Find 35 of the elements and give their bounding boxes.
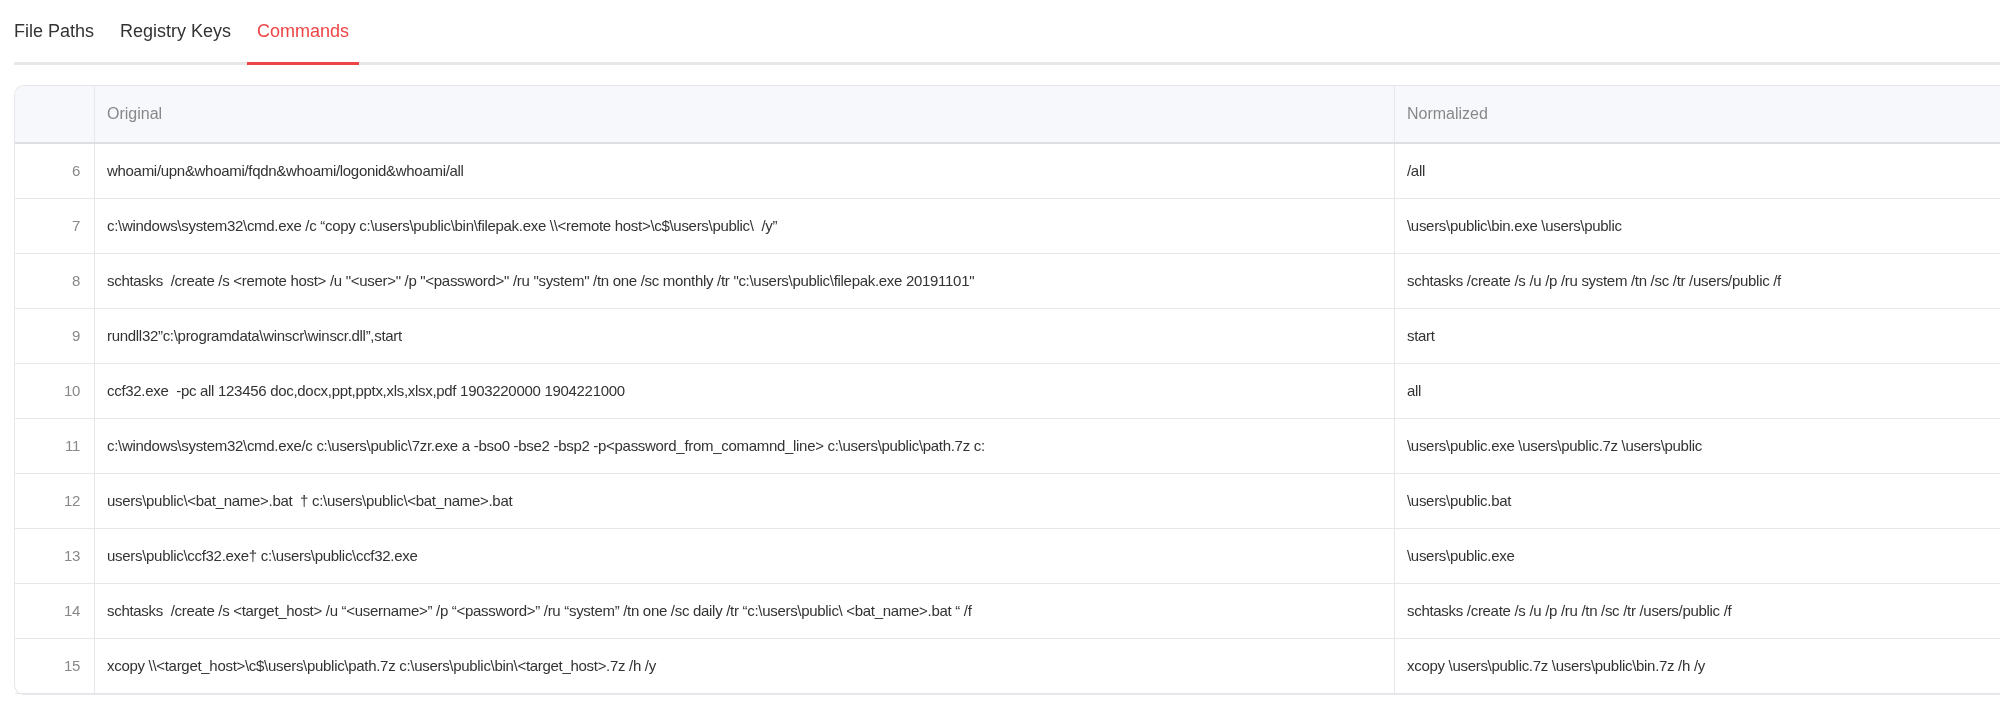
- table-cell-text: xcopy \\<target_host>\c$\users\public\path.7z c:\users\public\bin\<target_host>.7z /h /y: [107, 655, 656, 676]
- table-cell-text: \users\public.exe: [1407, 545, 1515, 566]
- table-cell-text: users\public\<bat_name>.bat † c:\users\public\<bat_name>.bat: [107, 490, 513, 511]
- row-number: 13: [63, 545, 80, 566]
- row-number: 10: [63, 380, 80, 401]
- table-cell-text: c:\windows\system32\cmd.exe /c “copy c:\users\public\bin\filepak.exe \\<remote host>\c$\users\public\ /y”: [107, 215, 778, 236]
- table-cell-text: users\public\ccf32.exe† c:\users\public\ccf32.exe: [107, 545, 418, 566]
- table-cell-text: rundll32”c:\programdata\winscr\winscr.dll”,start: [107, 325, 402, 346]
- tab[interactable]: File Paths: [14, 0, 105, 65]
- column-header: Normalized: [1395, 86, 2000, 142]
- tab[interactable]: Registry Keys: [110, 0, 242, 65]
- table-cell-text: \users\public.bat: [1407, 490, 1512, 511]
- table-cell-text: schtasks /create /s <target_host> /u “<username>” /p “<password>” /ru “system” /tn one /sc daily /tr “c:\users\public\ <bat_name>.bat “ /f: [107, 600, 972, 621]
- table-cell-text: schtasks /create /s /u /p /ru /tn /sc /tr /users/public /f: [1407, 600, 1732, 621]
- row-number: 11: [65, 435, 80, 456]
- row-number: 9: [71, 325, 80, 346]
- table-cell-text: schtasks /create /s <remote host> /u "<user>" /p "<password>" /ru "system" /tn one /sc monthly /tr "c:\users\public\filepak.exe 20191101": [107, 270, 975, 291]
- table-cell-text: whoami/upn&whoami/fqdn&whoami/logonid&whoami/all: [107, 160, 464, 181]
- table-cell-text: schtasks /create /s /u /p /ru system /tn /sc /tr /users/public /f: [1407, 270, 1781, 291]
- table-cell-text: \users\public\bin.exe \users\public: [1407, 215, 1622, 236]
- row-number: 8: [71, 270, 80, 291]
- row-number: 15: [63, 655, 80, 676]
- row-number: 6: [71, 160, 80, 181]
- table-cell-text: /all: [1407, 160, 1425, 181]
- tab[interactable]: Commands: [247, 0, 360, 65]
- table-cell-text: xcopy \users\public.7z \users\public\bin.7z /h /y: [1407, 655, 1705, 676]
- table-cell-text: c:\windows\system32\cmd.exe/c c:\users\public\7zr.exe a -bso0 -bse2 -bsp2 -p<password_from_comamnd_line> c:\users\public\path.7z c:: [107, 435, 985, 456]
- row-number: 14: [63, 600, 80, 621]
- column-header: Original: [95, 86, 1395, 142]
- table-cell-text: all: [1407, 380, 1422, 401]
- row-number: 7: [71, 215, 80, 236]
- table-cell-text: ccf32.exe -pc all 123456 doc,docx,ppt,pptx,xls,xlsx,pdf 1903220000 1904221000: [107, 380, 625, 401]
- table-cell-text: start: [1407, 325, 1435, 346]
- table-cell-text: \users\public.exe \users\public.7z \users\public: [1407, 435, 1702, 456]
- row-number: 12: [63, 490, 80, 511]
